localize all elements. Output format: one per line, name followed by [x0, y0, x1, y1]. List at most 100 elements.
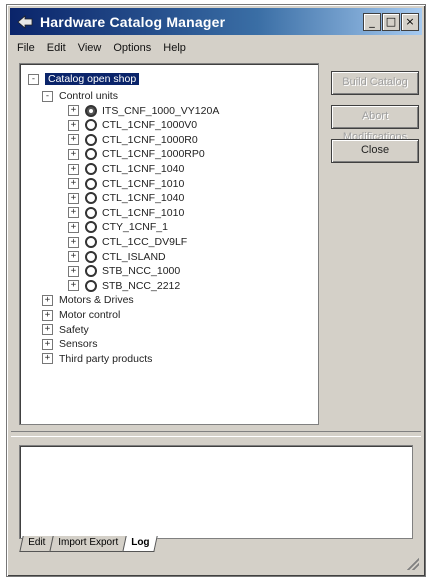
window-controls: _ □ × [363, 13, 419, 31]
tree-item[interactable]: + CTL_1CNF_1000R0 [68, 133, 198, 147]
device-gear-icon [85, 119, 97, 132]
tree-item-label: CTL_1CNF_1040 [102, 192, 185, 205]
tree-category[interactable]: + Third party products [42, 352, 152, 366]
expand-icon[interactable]: + [68, 119, 79, 131]
collapse-icon[interactable]: - [42, 90, 53, 102]
device-gear-icon [85, 279, 97, 292]
expand-icon[interactable]: + [68, 163, 79, 175]
tree-item-label: CTL_1CNF_1000RP0 [102, 148, 205, 161]
tree-category[interactable]: + Motors & Drives [42, 293, 134, 307]
tree-category[interactable]: + Motor control [42, 308, 120, 322]
tree-item-label: Sensors [59, 338, 98, 351]
tree-item-label: Third party products [59, 352, 153, 365]
tab-edit-label: Edit [28, 537, 46, 548]
build-catalog-button[interactable]: Build Catalog [331, 71, 419, 95]
tree-item-label: CTL_1CNF_1000V0 [102, 119, 198, 132]
device-gear-icon [85, 236, 97, 248]
tree-item[interactable]: + CTL_1CNF_1040 [68, 162, 184, 176]
panel-splitter[interactable] [11, 431, 421, 437]
tree-item-label: CTL_1CNF_1010 [102, 206, 185, 219]
tree-item-label: Motor control [59, 309, 121, 321]
expand-icon[interactable]: + [68, 192, 79, 204]
bottom-tabs: Edit Import Export Log [19, 536, 159, 552]
device-gear-icon [85, 177, 97, 190]
device-gear-icon [85, 192, 97, 205]
tree-item[interactable]: + CTY_1CNF_1 [68, 220, 168, 234]
tree-item-label: ITS_CNF_1000_VY120A [102, 104, 220, 117]
tree-item[interactable]: + STB_NCC_2212 [68, 279, 180, 293]
expand-icon[interactable]: + [42, 353, 53, 365]
expand-icon[interactable]: + [68, 134, 79, 146]
tree-item[interactable]: + CTL_1CNF_1000V0 [68, 118, 197, 132]
expand-icon[interactable]: + [68, 207, 79, 219]
tree-item-label: STB_NCC_2212 [102, 279, 181, 292]
device-gear-icon [85, 206, 97, 219]
expand-icon[interactable]: + [68, 105, 79, 117]
window-title: Hardware Catalog Manager [40, 13, 226, 30]
catalog-tree-view[interactable]: - Catalog open shop - Control units + ITS_C… [19, 63, 319, 425]
maximize-button[interactable]: □ [382, 13, 400, 31]
expand-icon[interactable]: + [68, 178, 79, 190]
tab-log[interactable]: Log [122, 536, 159, 552]
tree-item-label: CTL_ISLAND [102, 250, 166, 263]
menu-options[interactable]: Options [107, 42, 157, 54]
tab-import-export-label: Import Export [58, 537, 119, 548]
device-gear-icon [85, 250, 97, 263]
hardware-catalog-window: Hardware Catalog Manager _ □ × File Edit… [6, 4, 426, 577]
tree-item-label: STB_NCC_1000 [102, 265, 181, 278]
expand-icon[interactable]: + [68, 221, 79, 233]
device-gear-icon [85, 221, 97, 234]
menu-view[interactable]: View [72, 42, 108, 54]
tree-item-label: CTL_1CC_DV9LF [102, 236, 188, 248]
tree-item-label: Control units [59, 90, 118, 102]
tree-category[interactable]: + Safety [42, 323, 89, 337]
tree-item[interactable]: + CTL_1CNF_1010 [68, 177, 184, 191]
tree-root[interactable]: - Catalog open shop [28, 72, 140, 86]
resize-grip-icon[interactable] [407, 558, 419, 570]
tree-item-label: CTL_1CNF_1000R0 [102, 133, 198, 146]
tree-item[interactable]: + CTL_1CC_DV9LF [68, 235, 187, 249]
expand-icon[interactable]: + [42, 309, 53, 321]
expand-icon[interactable]: + [68, 280, 79, 292]
expand-icon[interactable]: + [68, 148, 79, 160]
tree-item[interactable]: + CTL_ISLAND [68, 250, 166, 264]
app-arrow-icon [16, 13, 34, 31]
device-gear-icon [85, 104, 97, 117]
expand-icon[interactable]: + [68, 251, 79, 263]
abort-modifications-button[interactable]: Abort Modifications [331, 105, 419, 143]
expand-icon[interactable]: + [68, 265, 79, 277]
minimize-button[interactable]: _ [363, 13, 381, 31]
expand-icon[interactable]: + [68, 236, 79, 248]
menu-file[interactable]: File [11, 42, 41, 54]
collapse-icon[interactable]: - [28, 73, 39, 85]
tree-item[interactable]: + STB_NCC_1000 [68, 264, 180, 278]
title-bar[interactable]: Hardware Catalog Manager _ □ × [10, 8, 422, 35]
expand-icon[interactable]: + [42, 338, 53, 350]
tree-item[interactable]: + CTL_1CNF_1040 [68, 191, 184, 205]
device-gear-icon [85, 133, 97, 146]
tree-root-label: Catalog open shop [45, 73, 140, 85]
tab-log-label: Log [131, 537, 150, 548]
close-button[interactable]: Close [331, 139, 419, 163]
tree-category[interactable]: - Control units [42, 89, 118, 103]
tree-category[interactable]: + Sensors [42, 337, 98, 351]
tree-item[interactable]: + ITS_CNF_1000_VY120A [68, 104, 219, 118]
tab-import-export[interactable]: Import Export [49, 536, 127, 552]
tree-item-label: CTL_1CNF_1040 [102, 163, 185, 175]
expand-icon[interactable]: + [42, 294, 53, 306]
tree-item[interactable]: + CTL_1CNF_1000RP0 [68, 147, 205, 161]
close-window-button[interactable]: × [401, 13, 419, 31]
tree-item-label: Motors & Drives [59, 294, 134, 307]
tree-item-label: Safety [59, 323, 89, 336]
tree-item-label: CTL_1CNF_1010 [102, 177, 185, 190]
menu-bar: File Edit View Options Help [11, 37, 421, 59]
expand-icon[interactable]: + [42, 324, 53, 336]
device-gear-icon [85, 148, 97, 161]
device-gear-icon [85, 265, 97, 278]
tree-item-label: CTY_1CNF_1 [102, 221, 168, 234]
tree-item[interactable]: + CTL_1CNF_1010 [68, 206, 184, 220]
menu-edit[interactable]: Edit [41, 42, 72, 54]
log-output-panel[interactable] [19, 445, 413, 539]
menu-help[interactable]: Help [157, 42, 192, 54]
device-gear-icon [85, 163, 97, 175]
